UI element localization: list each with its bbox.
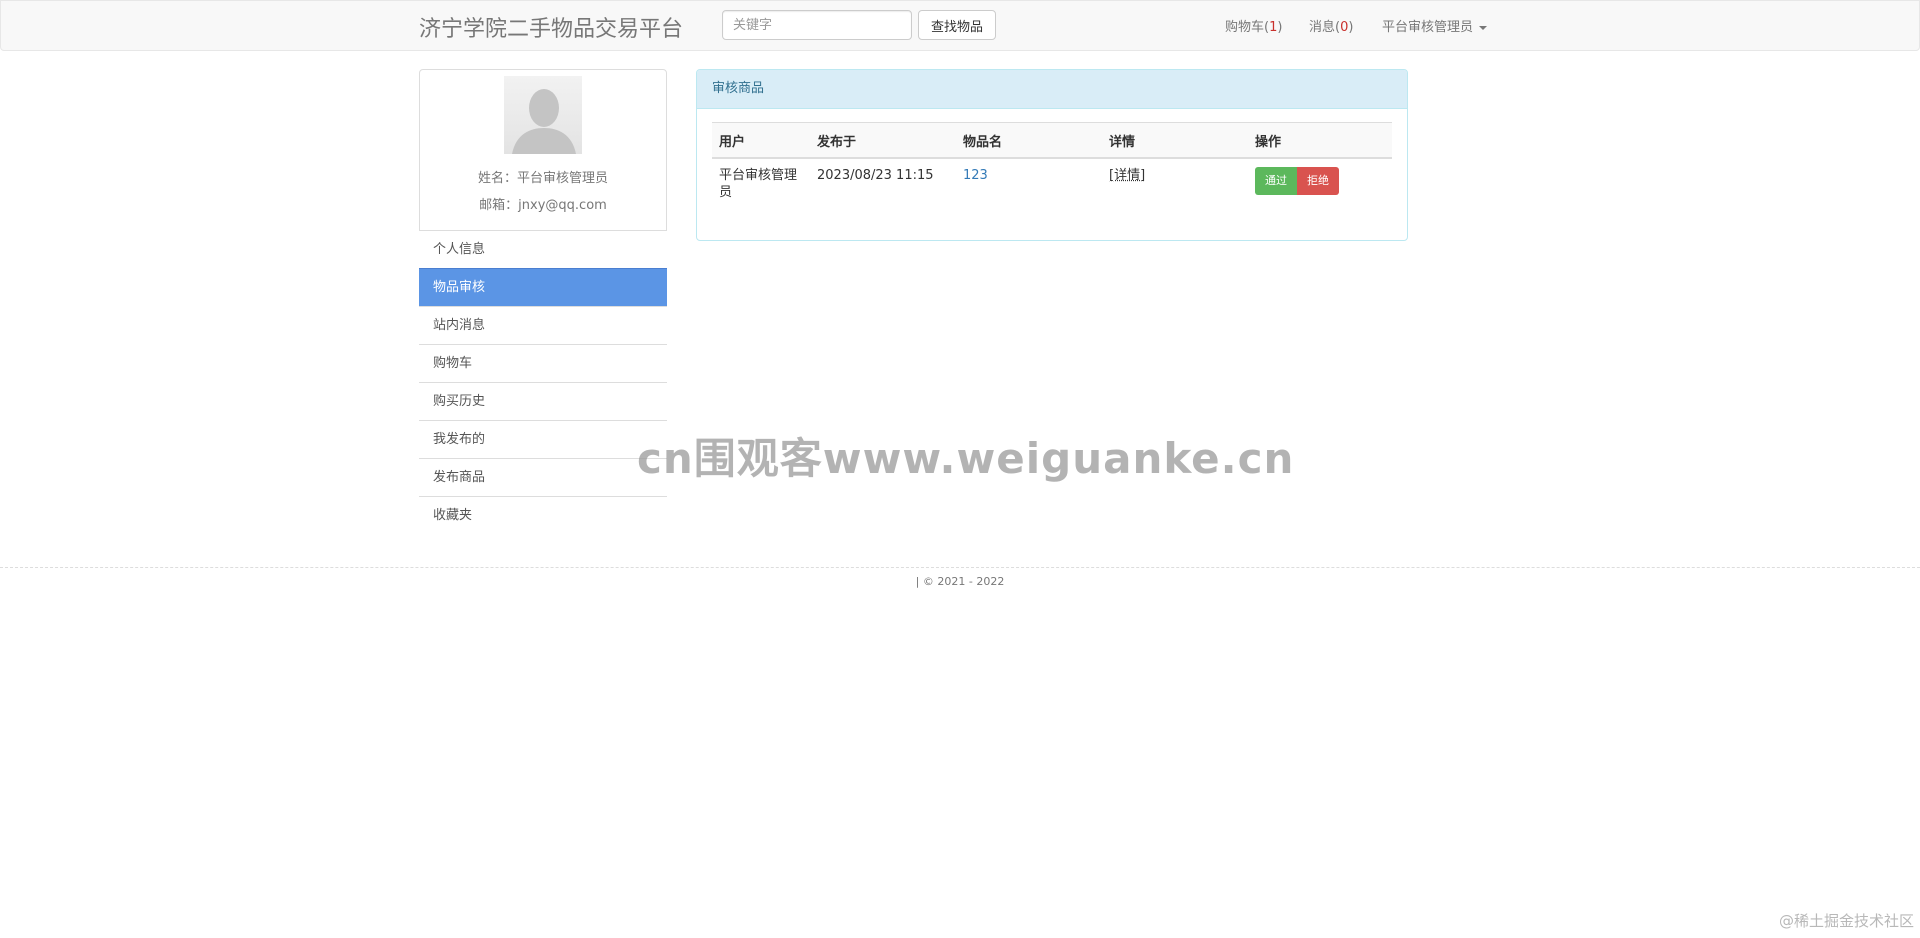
sidebar-item-item-review[interactable]: 物品审核 — [419, 268, 667, 306]
search-button[interactable]: 查找物品 — [918, 10, 996, 40]
site-brand[interactable]: 济宁学院二手物品交易平台 — [419, 11, 683, 43]
column-header-actions: 操作 — [1248, 122, 1392, 159]
table-row: 平台审核管理员 2023/08/23 11:15 123 [详情] 通过 拒绝 — [712, 158, 1392, 209]
detail-link[interactable]: [详情] — [1109, 168, 1145, 183]
nav-cart-link[interactable]: 购物车(1) — [1225, 16, 1282, 35]
avatar-icon — [504, 76, 582, 154]
user-menu-label: 平台审核管理员 — [1382, 20, 1474, 35]
column-header-item: 物品名 — [956, 122, 1102, 159]
profile-email: 邮箱：jnxy@qq.com — [479, 198, 607, 213]
sidebar-item-post-item[interactable]: 发布商品 — [419, 458, 667, 496]
user-menu-dropdown[interactable]: 平台审核管理员 — [1382, 16, 1488, 35]
sidebar-item-cart[interactable]: 购物车 — [419, 344, 667, 382]
column-header-user: 用户 — [712, 122, 810, 159]
reject-button[interactable]: 拒绝 — [1297, 167, 1339, 195]
sidebar-item-favorites[interactable]: 收藏夹 — [419, 496, 667, 534]
nav-cart-label: 购物车( — [1225, 20, 1270, 35]
review-panel: 审核商品 用户 发布于 物品名 详情 操作 平台审核管理员 2023/08/23… — [696, 69, 1408, 241]
community-watermark: @稀土掘金技术社区 — [1778, 912, 1914, 930]
table-header-row: 用户 发布于 物品名 详情 操作 — [712, 122, 1392, 159]
caret-down-icon — [1479, 25, 1488, 30]
sidebar-item-messages[interactable]: 站内消息 — [419, 306, 667, 344]
item-link[interactable]: 123 — [963, 168, 988, 183]
column-header-date: 发布于 — [810, 122, 956, 159]
watermark-text: cn围观客www.weiguanke.cn — [637, 434, 1295, 483]
nav-messages-link[interactable]: 消息(0) — [1309, 16, 1353, 35]
sidebar: 姓名：平台审核管理员 邮箱：jnxy@qq.com 个人信息 物品审核 站内消息… — [419, 69, 667, 534]
approve-button[interactable]: 通过 — [1255, 167, 1297, 195]
footer-divider — [0, 567, 1920, 568]
profile-name: 姓名：平台审核管理员 — [477, 171, 608, 186]
nav-messages-label: 消息( — [1309, 20, 1341, 35]
nav-messages-paren: ) — [1348, 20, 1354, 35]
nav-cart-paren: ) — [1277, 20, 1283, 35]
sidebar-item-personal-info[interactable]: 个人信息 — [419, 230, 667, 268]
cell-item: 123 — [956, 158, 1102, 209]
cell-detail: [详情] — [1102, 158, 1248, 209]
review-table: 用户 发布于 物品名 详情 操作 平台审核管理员 2023/08/23 11:1… — [712, 122, 1392, 209]
top-navbar: 济宁学院二手物品交易平台 查找物品 购物车(1) 消息(0) 平台审核管理员 — [0, 0, 1920, 51]
sidebar-item-purchase-history[interactable]: 购买历史 — [419, 382, 667, 420]
sidebar-item-my-posts[interactable]: 我发布的 — [419, 420, 667, 458]
cell-actions: 通过 拒绝 — [1248, 158, 1392, 209]
cell-date: 2023/08/23 11:15 — [817, 168, 934, 183]
sidebar-menu: 个人信息 物品审核 站内消息 购物车 购买历史 我发布的 发布商品 收藏夹 — [419, 230, 667, 534]
search-input[interactable] — [722, 10, 912, 40]
footer-copyright: | © 2021 - 2022 — [915, 575, 1005, 588]
column-header-detail: 详情 — [1102, 122, 1248, 159]
cell-user: 平台审核管理员 — [719, 168, 798, 200]
panel-title: 审核商品 — [697, 70, 1407, 109]
